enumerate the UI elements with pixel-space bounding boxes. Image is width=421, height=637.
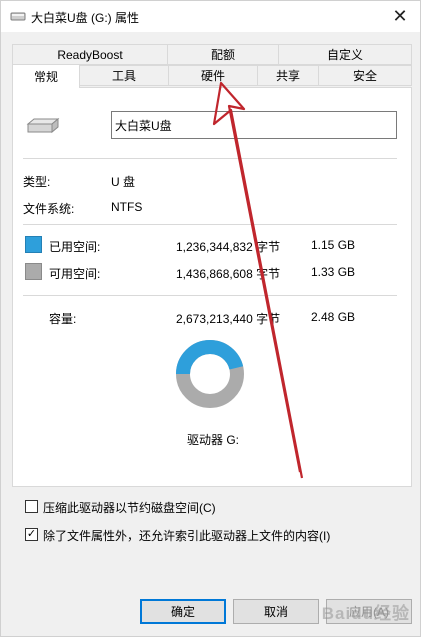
drive-letter-label: 驱动器 G:: [187, 433, 240, 447]
used-space-swatch: [25, 236, 42, 253]
free-space-size: 1.33 GB: [311, 265, 356, 279]
volume-name-input[interactable]: [111, 111, 397, 139]
capacity-label: 容量:: [49, 312, 77, 326]
type-value: U 盘: [111, 175, 136, 189]
divider: [23, 224, 397, 225]
free-space-swatch: [25, 263, 42, 280]
tab-hardware[interactable]: 硬件: [168, 65, 258, 86]
tab-customize[interactable]: 自定义: [278, 44, 412, 65]
index-label: 除了文件属性外，还允许索引此驱动器上文件的内容(I): [43, 529, 331, 543]
tab-quota[interactable]: 配额: [167, 44, 279, 65]
close-button[interactable]: ✕: [380, 1, 420, 32]
tab-general[interactable]: 常规: [12, 64, 80, 88]
compress-label: 压缩此驱动器以节约磁盘空间(C): [43, 501, 216, 515]
used-space-label: 已用空间:: [49, 240, 101, 254]
compress-checkbox[interactable]: [25, 500, 38, 513]
capacity-size: 2.48 GB: [311, 310, 356, 324]
usb-drive-icon: [26, 117, 60, 134]
watermark-logo: Baidu经验: [321, 604, 410, 623]
free-space-label: 可用空间:: [49, 267, 101, 281]
used-space-bytes: 1,236,344,832 字节: [176, 240, 281, 254]
tab-security[interactable]: 安全: [318, 65, 412, 86]
window-title: 大白菜U盘 (G:) 属性: [31, 11, 139, 25]
general-panel: [12, 87, 412, 487]
title-bar: 大白菜U盘 (G:) 属性 ✕: [1, 1, 420, 32]
drive-icon: [10, 12, 26, 21]
capacity-bytes: 2,673,213,440 字节: [176, 312, 281, 326]
index-checkbox[interactable]: ✓: [25, 528, 38, 541]
type-label: 类型:: [23, 175, 51, 189]
divider: [23, 295, 397, 296]
properties-window: 大白菜U盘 (G:) 属性 ✕ ReadyBoost 配额 自定义 常规 工具 …: [0, 0, 421, 637]
usage-donut-chart: [176, 340, 244, 408]
cancel-button[interactable]: 取消: [233, 599, 319, 624]
filesystem-value: NTFS: [111, 200, 143, 214]
free-space-bytes: 1,436,868,608 字节: [176, 267, 281, 281]
filesystem-label: 文件系统:: [23, 202, 75, 216]
ok-button[interactable]: 确定: [140, 599, 226, 624]
used-space-size: 1.15 GB: [311, 238, 356, 252]
tab-sharing[interactable]: 共享: [257, 65, 319, 86]
tab-readyboost[interactable]: ReadyBoost: [12, 44, 168, 65]
tab-tools[interactable]: 工具: [79, 65, 169, 86]
divider: [23, 158, 397, 159]
